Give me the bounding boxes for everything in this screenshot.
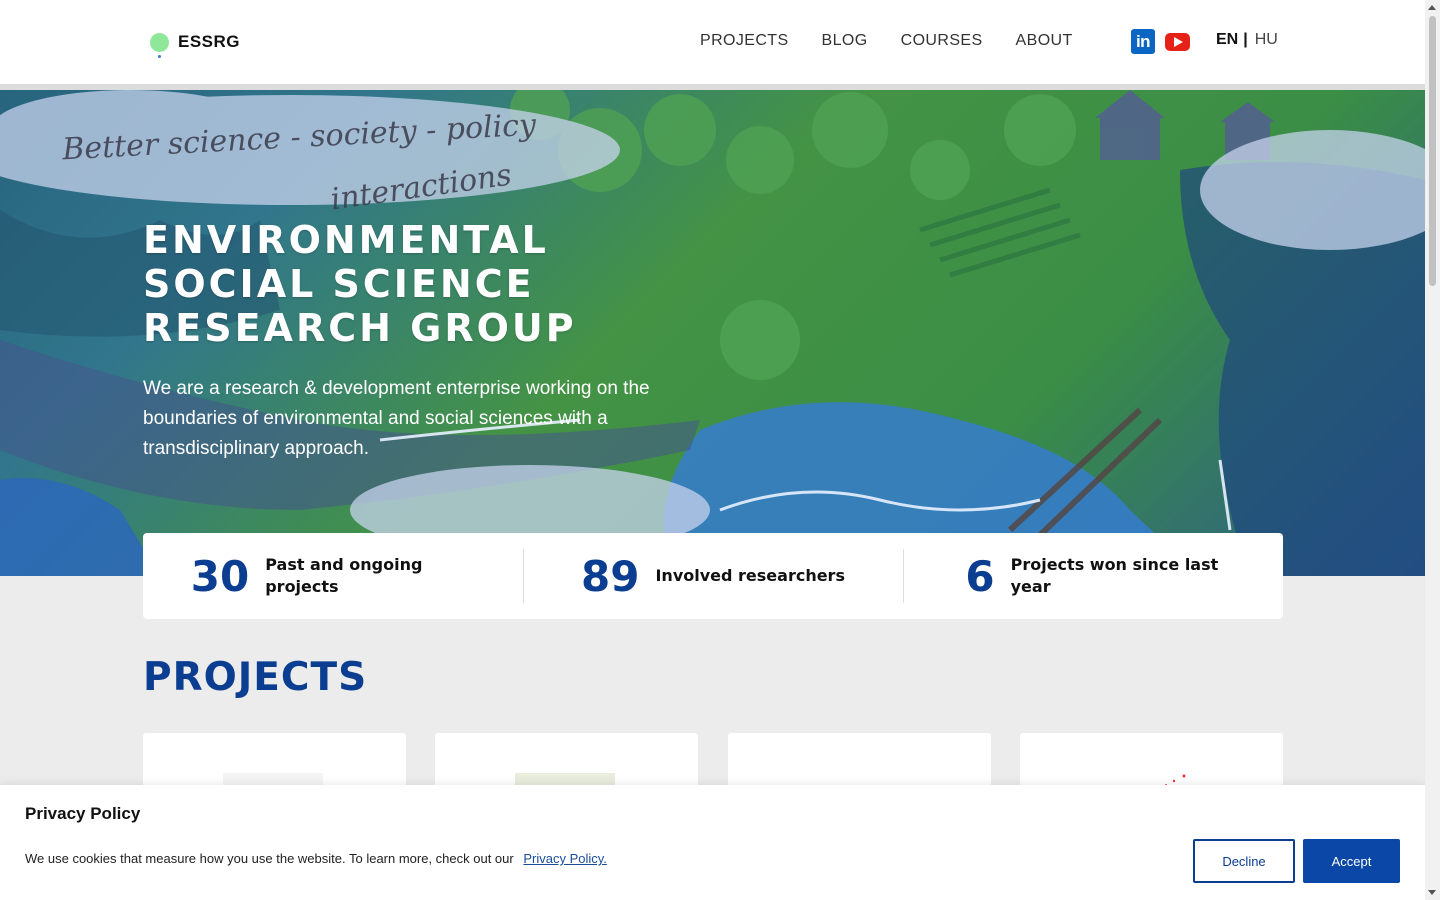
cookie-banner-message: We use cookies that measure how you use … bbox=[25, 851, 514, 866]
nav-projects[interactable]: PROJECTS bbox=[700, 30, 789, 52]
lang-hu[interactable]: HU bbox=[1255, 31, 1278, 49]
language-switcher: EN | HU bbox=[1216, 31, 1278, 49]
stat-value: 89 bbox=[581, 551, 640, 601]
stats-bar: 30 Past and ongoing projects 89 Involved… bbox=[143, 533, 1283, 619]
cookie-banner: Privacy Policy We use cookies that measu… bbox=[0, 785, 1425, 900]
youtube-icon[interactable] bbox=[1165, 33, 1190, 51]
decline-button[interactable]: Decline bbox=[1193, 839, 1295, 883]
lang-en[interactable]: EN bbox=[1216, 31, 1238, 49]
stat-label: Past and ongoing projects bbox=[265, 555, 423, 596]
stat-label: Projects won since last year bbox=[1010, 555, 1219, 596]
main-nav: PROJECTS BLOG COURSES ABOUT bbox=[700, 30, 1106, 52]
hero-title-line: ENVIRONMENTAL bbox=[143, 218, 549, 262]
logo-text: ESSRG bbox=[178, 32, 241, 51]
hero-title-line: SOCIAL SCIENCE bbox=[143, 262, 535, 306]
nav-blog[interactable]: BLOG bbox=[822, 30, 868, 52]
scroll-up-arrow-icon[interactable] bbox=[1428, 5, 1436, 10]
stat-item: 89 Involved researchers bbox=[523, 533, 903, 619]
scrollbar-thumb[interactable] bbox=[1429, 16, 1436, 286]
hero-title-line: RESEARCH GROUP bbox=[143, 306, 577, 350]
hero-description: We are a research & development enterpri… bbox=[143, 378, 650, 459]
accept-button[interactable]: Accept bbox=[1303, 839, 1400, 883]
nav-about[interactable]: ABOUT bbox=[1016, 30, 1073, 52]
privacy-policy-link[interactable]: Privacy Policy. bbox=[523, 851, 607, 866]
site-header: ESSRG PROJECTS BLOG COURSES ABOUT in EN … bbox=[0, 0, 1425, 84]
logo[interactable]: ESSRG bbox=[150, 32, 241, 58]
linkedin-icon[interactable]: in bbox=[1131, 29, 1155, 54]
logo-dot-icon bbox=[150, 32, 169, 58]
page-scrollbar[interactable] bbox=[1425, 0, 1440, 900]
stat-value: 6 bbox=[965, 551, 995, 601]
stat-label: Involved researchers bbox=[655, 566, 845, 585]
hero-title: ENVIRONMENTAL SOCIAL SCIENCE RESEARCH GR… bbox=[143, 218, 577, 350]
hero-banner: Better science - society - policy intera… bbox=[0, 90, 1425, 576]
cookie-banner-title: Privacy Policy bbox=[25, 804, 141, 823]
stat-value: 30 bbox=[190, 551, 250, 601]
projects-heading: PROJECTS bbox=[143, 655, 368, 700]
stat-item: 6 Projects won since last year bbox=[903, 533, 1283, 619]
scroll-down-arrow-icon[interactable] bbox=[1428, 890, 1436, 895]
cookie-banner-text: We use cookies that measure how you use … bbox=[25, 851, 607, 866]
lang-separator: | bbox=[1243, 31, 1248, 48]
nav-courses[interactable]: COURSES bbox=[901, 30, 983, 52]
stat-item: 30 Past and ongoing projects bbox=[143, 533, 523, 619]
social-links: in bbox=[1131, 29, 1190, 54]
